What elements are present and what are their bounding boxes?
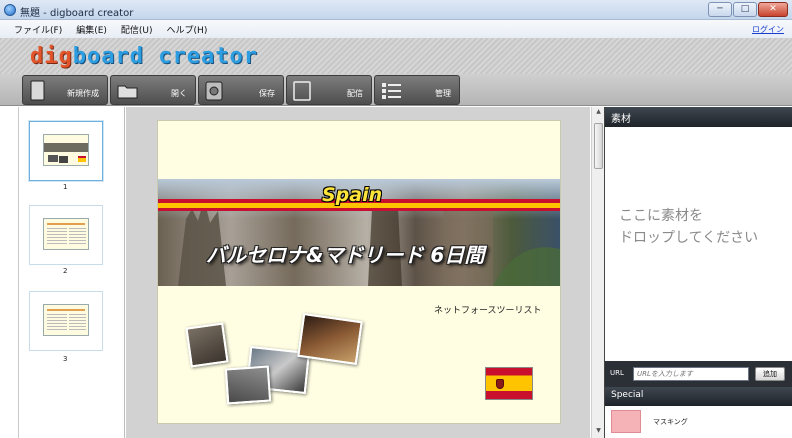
slide-banner-image[interactable]: Spain バルセロナ&マドリード 6日間 <box>158 179 560 286</box>
menu-file[interactable]: ファイル(F) <box>14 23 62 36</box>
list-icon <box>382 83 401 99</box>
materials-drop-zone[interactable]: ここに素材を ドロップしてください <box>605 127 792 361</box>
page-number: 3 <box>63 355 68 363</box>
new-button-label: 新規作成 <box>67 89 99 98</box>
manage-button[interactable]: 管理 <box>374 75 460 105</box>
company-name[interactable]: ネットフォースツーリスト <box>434 303 542 316</box>
thumbnail-image <box>43 218 89 250</box>
page-number: 1 <box>63 183 68 191</box>
drop-hint-text: ここに素材を ドロップしてください <box>619 205 758 249</box>
save-icon <box>205 81 223 101</box>
slide-photo[interactable] <box>224 365 272 405</box>
menu-publish[interactable]: 配信(U) <box>121 23 153 36</box>
logo-prefix: dig <box>30 44 73 69</box>
menu-bar: ファイル(F) 編集(E) 配信(U) ヘルプ(H) ログイン <box>0 20 792 38</box>
banner-title: バルセロナ&マドリード 6日間 <box>206 243 485 267</box>
brand-header: digboard creator <box>0 38 792 74</box>
new-button[interactable]: 新規作成 <box>22 75 108 105</box>
manage-button-label: 管理 <box>435 89 451 98</box>
window-title: 無題 - digboard creator <box>20 8 134 19</box>
logo-rest: board creator <box>72 44 258 69</box>
url-input[interactable] <box>633 367 749 381</box>
page-thumbnail-2[interactable] <box>29 205 103 265</box>
scrollbar-thumb[interactable] <box>594 123 603 169</box>
spain-flag-image[interactable] <box>485 367 533 400</box>
page-thumbnail-panel: 1 2 3 <box>18 107 125 438</box>
app-logo: digboard creator <box>30 44 258 69</box>
canvas-scrollbar[interactable]: ▲ ▼ <box>591 107 604 438</box>
main-toolbar: 新規作成 開く 保存 配信 管理 <box>0 74 792 106</box>
materials-panel: 素材 ここに素材を ドロップしてください URL 追加 Special マスキン… <box>604 107 792 438</box>
add-url-button[interactable]: 追加 <box>755 367 785 381</box>
window-title-bar: 無題 - digboard creator ─ □ ✕ <box>0 0 792 20</box>
save-button[interactable]: 保存 <box>198 75 284 105</box>
publish-button-label: 配信 <box>347 89 363 98</box>
window-controls: ─ □ ✕ <box>708 2 788 17</box>
scroll-up-icon[interactable]: ▲ <box>594 108 603 118</box>
materials-header: 素材 <box>605 107 792 127</box>
folder-icon <box>117 85 138 99</box>
menu-help[interactable]: ヘルプ(H) <box>167 23 208 36</box>
banner-word: Spain <box>322 184 383 206</box>
thumbnail-image <box>43 304 89 336</box>
drop-hint-line-1: ここに素材を <box>619 208 703 224</box>
open-button-label: 開く <box>171 89 187 98</box>
slide-photo[interactable] <box>297 313 363 365</box>
publish-button[interactable]: 配信 <box>286 75 372 105</box>
page-thumbnail-3[interactable] <box>29 291 103 351</box>
masking-swatch <box>611 410 641 433</box>
save-button-label: 保存 <box>259 89 275 98</box>
close-button[interactable]: ✕ <box>758 2 788 17</box>
url-label: URL <box>610 369 624 377</box>
slide-page[interactable]: Spain バルセロナ&マドリード 6日間 ネットフォースツーリスト <box>157 120 561 424</box>
minimize-button[interactable]: ─ <box>708 2 732 17</box>
slide-photo[interactable] <box>185 322 229 368</box>
drop-hint-line-2: ドロップしてください <box>619 230 759 246</box>
flag-crest <box>496 379 504 389</box>
publish-icon <box>293 81 311 101</box>
thumbnail-image <box>43 134 89 166</box>
app-icon <box>4 4 16 16</box>
page-number: 2 <box>63 267 68 275</box>
masking-label: マスキング <box>653 418 688 426</box>
page-thumbnail-1[interactable] <box>29 121 103 181</box>
login-link[interactable]: ログイン <box>752 24 784 35</box>
maximize-button[interactable]: □ <box>733 2 757 17</box>
masking-item[interactable]: マスキング <box>605 406 792 438</box>
special-header: Special <box>605 387 792 406</box>
new-document-icon <box>30 80 45 101</box>
scroll-down-icon[interactable]: ▼ <box>594 427 603 437</box>
url-row: URL 追加 <box>605 361 792 387</box>
banner-stripe-red <box>158 208 560 211</box>
open-button[interactable]: 開く <box>110 75 196 105</box>
menu-edit[interactable]: 編集(E) <box>76 23 107 36</box>
